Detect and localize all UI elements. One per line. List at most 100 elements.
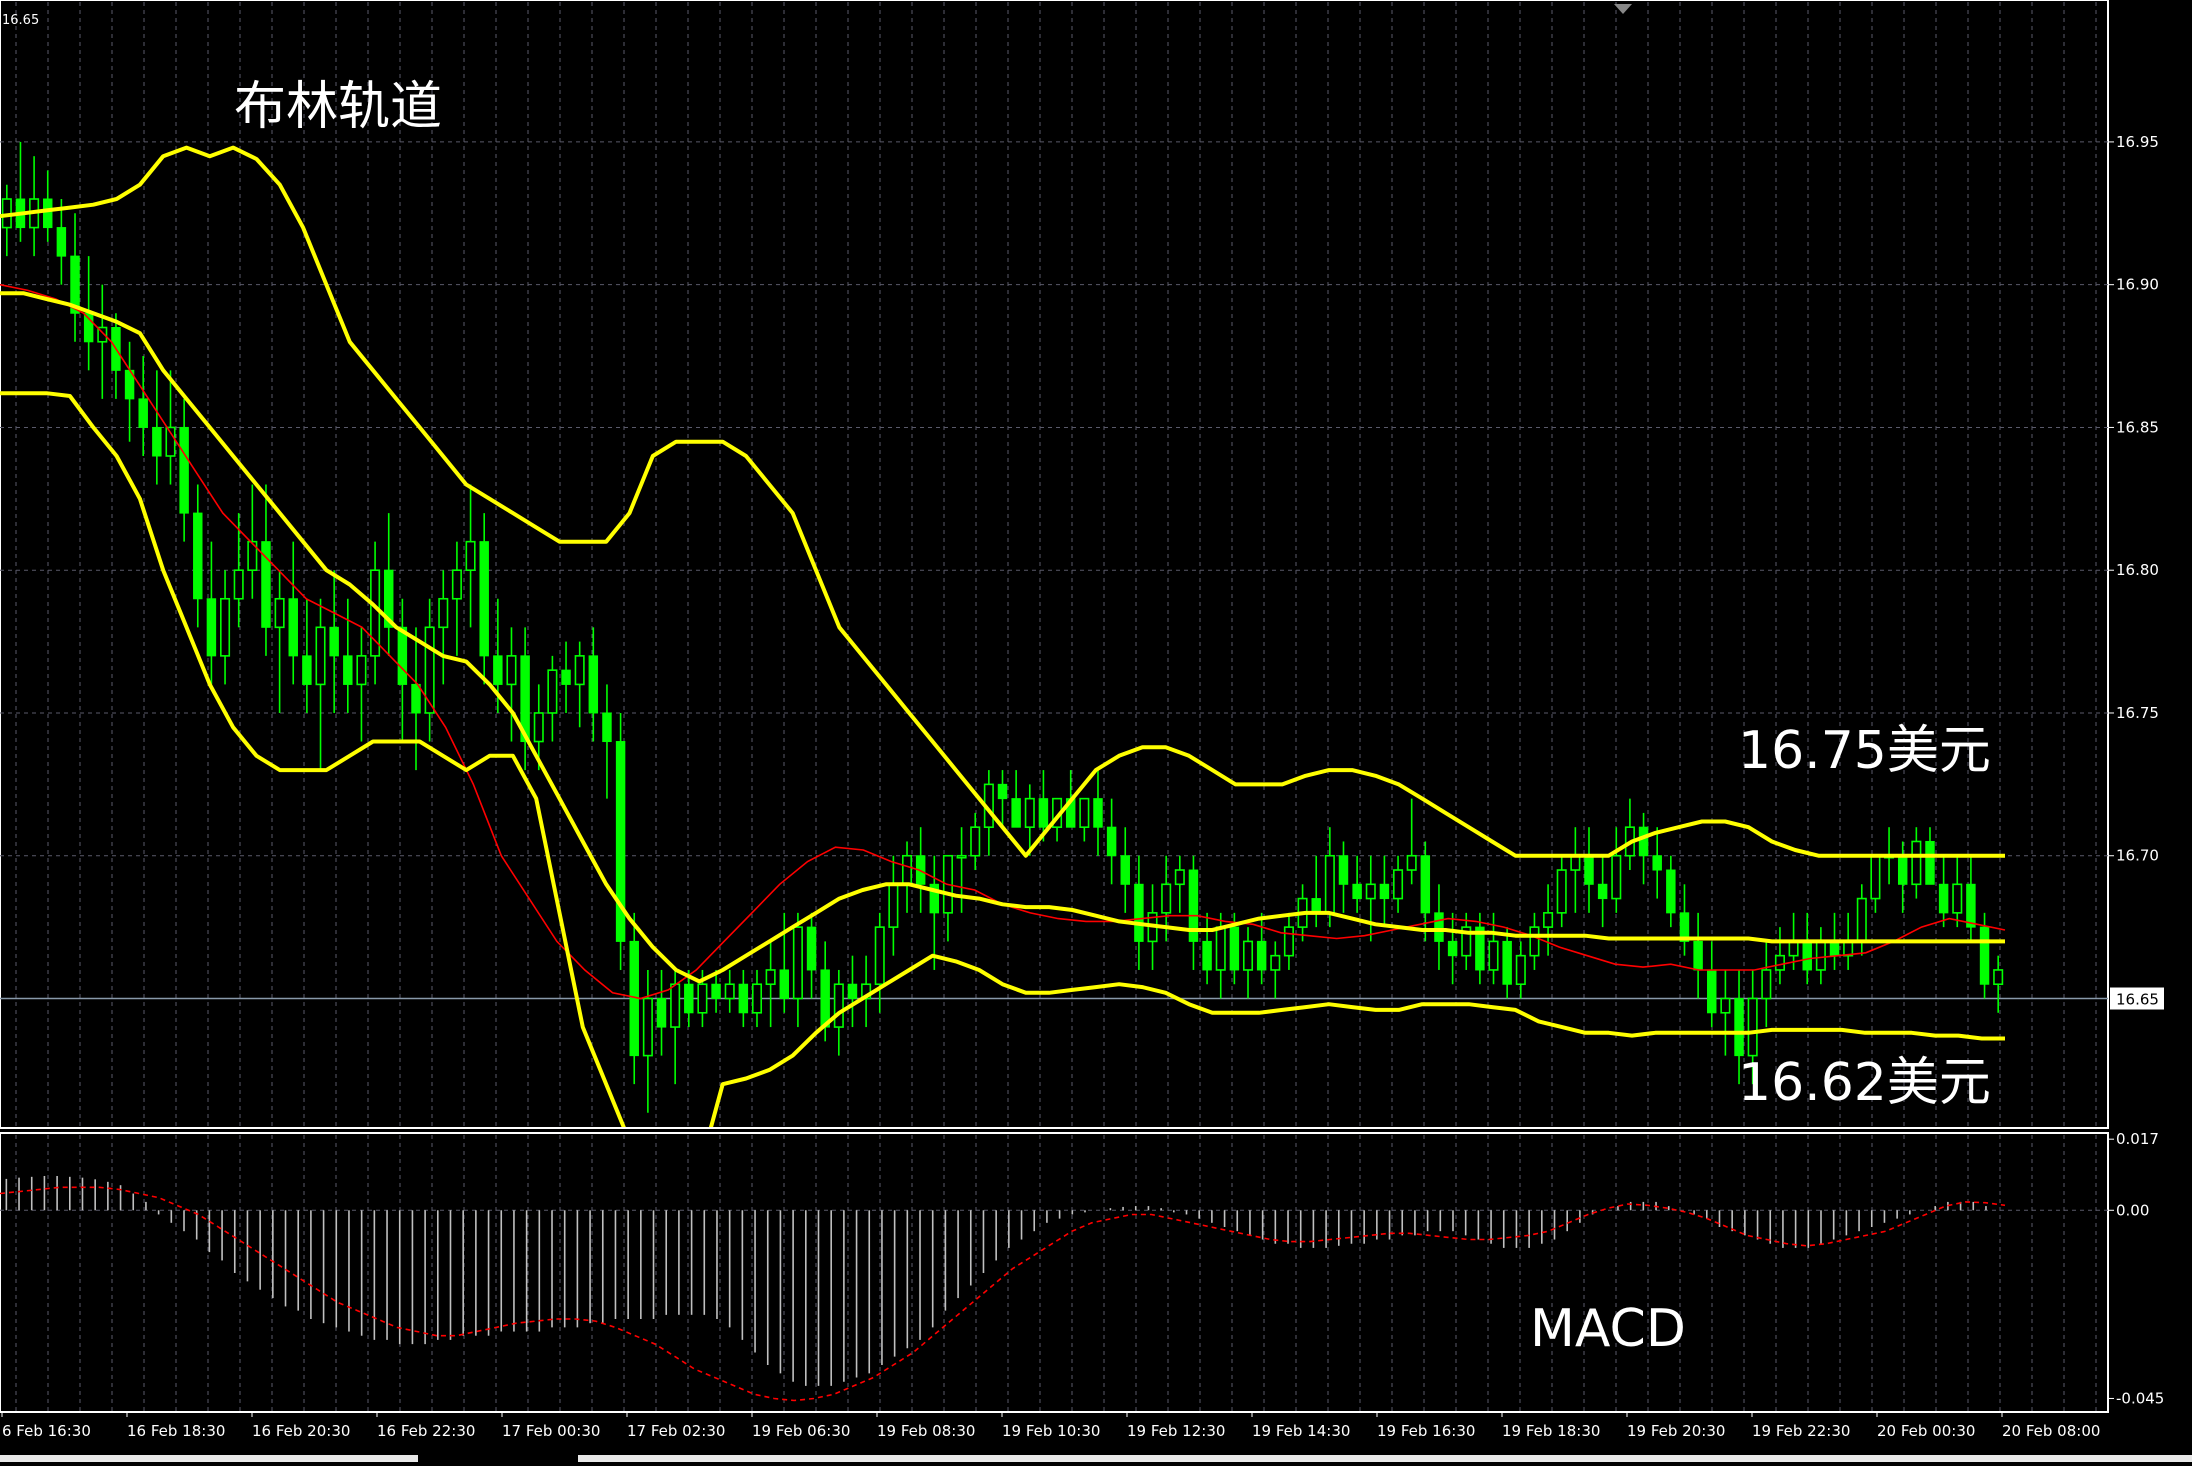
candle-bull [1570, 854, 1581, 871]
candle-bear [138, 398, 148, 428]
x-tick-label: 6 Feb 16:30 [2, 1422, 91, 1440]
candle-bear [1420, 855, 1431, 914]
candle-bear [479, 541, 489, 657]
candle-bear [847, 983, 858, 1000]
candle-bull [547, 669, 558, 714]
terminal-tab-strip [0, 1454, 2192, 1462]
candle-bear [1106, 826, 1117, 857]
candle-bear [684, 983, 694, 1014]
candle-bull [874, 926, 885, 986]
candle-bear [1011, 798, 1021, 828]
candle-bear [493, 655, 503, 685]
candle-bull [724, 983, 735, 1000]
candle-bear [1734, 998, 1744, 1057]
candle-bear [1938, 883, 1949, 914]
candle-bear [1229, 926, 1240, 971]
candle-bear [1311, 898, 1321, 914]
candle-bear [1502, 940, 1512, 985]
candle-bear [302, 655, 312, 685]
x-tick-label: 19 Feb 08:30 [877, 1422, 975, 1440]
candle-bear [656, 998, 667, 1028]
candle-bear [1925, 840, 1935, 885]
candle-bull [1406, 854, 1417, 871]
candle-bull [1611, 854, 1622, 900]
candle-bear [1652, 855, 1662, 871]
candle-bull [642, 997, 653, 1057]
x-tick-label: 17 Feb 00:30 [502, 1422, 600, 1440]
candle-bull [792, 926, 803, 1000]
candle-bull [315, 626, 326, 686]
macd-y-tick-label: 0.00 [2116, 1201, 2149, 1219]
x-tick-label: 19 Feb 06:30 [752, 1422, 850, 1440]
candle-bear [1093, 798, 1103, 828]
candle-bull [356, 655, 367, 686]
candle-bull [956, 854, 967, 859]
candle-bull [574, 655, 585, 686]
candle-bear [1202, 940, 1212, 971]
candle-bear [1038, 798, 1049, 828]
candle-bear [179, 426, 189, 514]
candle-bull [1856, 897, 1867, 943]
candle-bear [1666, 869, 1676, 914]
candle-bull [1720, 997, 1731, 1014]
x-tick-label: 19 Feb 14:30 [1252, 1422, 1350, 1440]
candle-bear [1829, 940, 1840, 957]
x-tick-label: 19 Feb 20:30 [1627, 1422, 1725, 1440]
price-y-tick-label: 16.95 [2116, 133, 2159, 151]
x-tick-label: 19 Feb 22:30 [1752, 1422, 1850, 1440]
macd-y-tick-label: 0.017 [2116, 1130, 2159, 1148]
candle-bear [1338, 855, 1349, 885]
candle-bear [711, 983, 721, 1000]
candle-bear [56, 227, 67, 257]
terminal-tab-left[interactable] [0, 1455, 418, 1462]
price-y-tick-label: 16.85 [2116, 418, 2159, 436]
candle-bull [1393, 869, 1404, 900]
candle-bull [1024, 797, 1035, 828]
candle-bear [779, 969, 789, 1000]
x-tick-label: 20 Feb 08:00 [2002, 1422, 2100, 1440]
candle-bear [43, 198, 53, 229]
candle-bull [670, 983, 681, 1028]
x-tick-label: 20 Feb 00:30 [1877, 1422, 1975, 1440]
candle-bear [206, 598, 217, 657]
x-tick-label: 16 Feb 18:30 [127, 1422, 225, 1440]
candle-bear [152, 426, 162, 457]
x-tick-label: 19 Feb 10:30 [1002, 1422, 1100, 1440]
candle-bear [561, 669, 571, 685]
price-y-tick-label: 16.70 [2116, 847, 2159, 865]
candle-bear [1638, 826, 1649, 857]
candle-bull [833, 983, 844, 1028]
price-y-tick-label: 16.80 [2116, 561, 2159, 579]
candle-bull [1870, 854, 1881, 900]
candle-bull [888, 883, 899, 928]
candle-bull [506, 655, 517, 686]
candle-bear [343, 655, 353, 685]
candle-bull [1283, 926, 1294, 957]
x-tick-label: 17 Feb 02:30 [627, 1422, 725, 1440]
trading-terminal-chart: 16.95 16.90 16.85 16.80 16.75 16.70 16.65 0.017… [0, 0, 2192, 1462]
terminal-tab-right[interactable] [578, 1455, 2192, 1462]
x-tick-label: 19 Feb 16:30 [1377, 1422, 1475, 1440]
candle-bear [588, 655, 599, 714]
macd-y-tick-label: -0.045 [2116, 1389, 2164, 1407]
candle-bull [970, 826, 981, 857]
candle-bear [738, 983, 749, 1014]
candle-bear [997, 783, 1008, 800]
candle-bull [1365, 883, 1376, 900]
candle-bull [533, 712, 544, 743]
candle-bear [1584, 855, 1594, 885]
candle-bear [1979, 926, 1990, 985]
support-label: 16.62美元 [1738, 1053, 1991, 1113]
price-y-tick-label: 16.75 [2116, 704, 2159, 722]
candle-bull [465, 540, 476, 572]
x-tick-label: 16 Feb 20:30 [252, 1422, 350, 1440]
candle-bull [1774, 954, 1785, 971]
candle-bear [1966, 883, 1976, 928]
candle-bull [1556, 869, 1567, 914]
x-tick-label: 19 Feb 12:30 [1127, 1422, 1225, 1440]
candle-bear [1597, 883, 1608, 900]
x-tick-label: 19 Feb 18:30 [1502, 1422, 1600, 1440]
candle-bear [1802, 940, 1812, 971]
chart-canvas[interactable]: 16.95 16.90 16.85 16.80 16.75 16.70 16.65 0.017… [0, 0, 2192, 1462]
candle-bear [820, 969, 830, 1028]
